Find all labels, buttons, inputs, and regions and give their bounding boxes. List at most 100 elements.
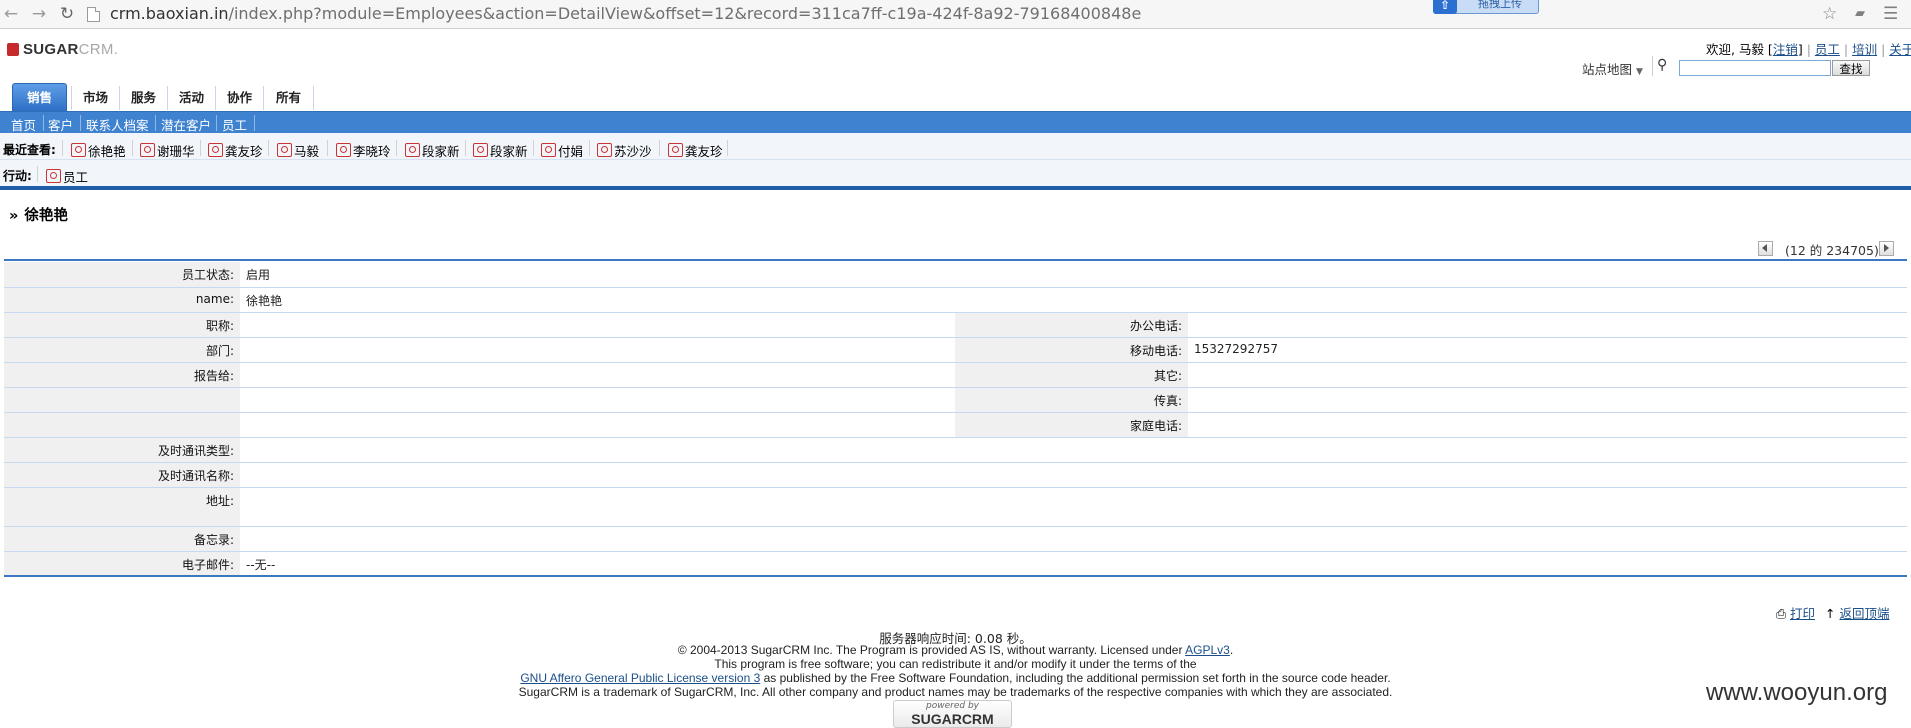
record-title: » 徐艳艳 — [9, 204, 68, 225]
subtab-employees[interactable]: 员工 — [222, 115, 247, 134]
title-value — [240, 312, 955, 338]
forward-icon[interactable]: → — [28, 3, 50, 25]
caret-right-icon — [1884, 244, 1889, 252]
subtab-home[interactable]: 首页 — [11, 115, 36, 134]
gnu-agpl-link[interactable]: GNU Affero General Public License versio… — [520, 671, 760, 685]
name-label: name: — [4, 287, 240, 313]
copyright-line: © 2004-2013 SugarCRM Inc. The Program is… — [677, 643, 1234, 657]
about-link[interactable]: 关于 — [1889, 42, 1911, 57]
fax-label: 传真: — [955, 387, 1188, 413]
home-phone-value — [1188, 412, 1908, 438]
department-label: 部门: — [4, 337, 240, 363]
license-line: GNU Affero General Public License versio… — [0, 671, 1911, 685]
menu-icon[interactable]: ☰ — [1883, 3, 1898, 25]
empty-label — [4, 387, 240, 413]
im-type-label: 及时通讯类型: — [4, 437, 240, 463]
action-label: 员工 — [63, 170, 89, 185]
header-divider — [0, 186, 1911, 190]
recent-item[interactable]: 龚友珍 — [668, 141, 723, 160]
previous-record-button[interactable] — [1758, 241, 1773, 256]
title-label: 职称: — [4, 312, 240, 338]
subtab-bar — [0, 111, 1911, 134]
caret-left-icon — [1762, 244, 1767, 252]
recent-item[interactable]: 段家新 — [405, 141, 460, 160]
arrow-up-icon: ↑ — [1825, 606, 1836, 621]
action-create-employee[interactable]: 员工 — [46, 167, 88, 186]
recent-item[interactable]: 谢珊华 — [140, 141, 195, 160]
empty-value — [240, 387, 955, 413]
search-button[interactable]: 查找 — [1832, 60, 1870, 76]
employee-icon — [277, 143, 292, 157]
actions-bar — [0, 160, 1911, 186]
logout-link[interactable]: 注销 — [1773, 42, 1798, 57]
recent-item[interactable]: 徐艳艳 — [71, 141, 126, 160]
recent-item[interactable]: 李晓玲 — [336, 141, 391, 160]
back-to-top-link[interactable]: 返回顶端 — [1839, 606, 1889, 621]
recent-item[interactable]: 龚友珍 — [208, 141, 263, 160]
reports-to-label: 报告给: — [4, 362, 240, 388]
recent-item-label: 段家新 — [490, 144, 528, 159]
next-record-button[interactable] — [1879, 241, 1894, 256]
search-input[interactable] — [1679, 60, 1831, 76]
office-phone-value — [1188, 312, 1908, 338]
recent-item[interactable]: 付娟 — [541, 141, 583, 160]
divider — [155, 115, 156, 131]
logo-sugar: SUGAR — [23, 41, 79, 58]
subtab-contacts[interactable]: 联系人档案 — [86, 115, 149, 134]
divider — [43, 115, 44, 131]
employee-icon — [668, 143, 683, 157]
other-phone-label: 其它: — [955, 362, 1188, 388]
empty-value — [240, 412, 955, 438]
divider — [268, 140, 269, 156]
tab-sales[interactable]: 销售 — [12, 83, 67, 111]
detail-row: 家庭电话: — [4, 412, 1908, 438]
upload-icon: ⇧ — [1433, 0, 1457, 14]
tab-activities[interactable]: 活动 — [167, 86, 215, 110]
trademark-line: SugarCRM is a trademark of SugarCRM, Inc… — [518, 685, 1393, 699]
status-label: 员工状态: — [4, 262, 240, 288]
back-icon[interactable]: ← — [0, 3, 22, 25]
detail-row: 报告给: 其它: — [4, 362, 1908, 388]
divider — [1652, 56, 1653, 76]
notes-label: 备忘录: — [4, 526, 240, 552]
subtab-accounts[interactable]: 客户 — [48, 115, 73, 134]
url-host: crm.baoxian.in — [110, 4, 229, 23]
subtab-leads[interactable]: 潜在客户 — [161, 115, 211, 134]
employees-link[interactable]: 员工 — [1815, 42, 1840, 57]
divider — [37, 166, 38, 182]
detail-row: 职称: 办公电话: — [4, 312, 1908, 338]
detail-row: name: 徐艳艳 — [4, 287, 1908, 313]
powered-by-badge[interactable]: powered by SUGARCRM — [893, 700, 1012, 728]
email-value: --无-- — [240, 551, 1908, 577]
tab-collaboration[interactable]: 协作 — [215, 86, 263, 110]
recent-item[interactable]: 苏沙沙 — [597, 141, 652, 160]
divider — [533, 140, 534, 156]
recent-item-label: 龚友珍 — [225, 144, 263, 159]
tab-support[interactable]: 服务 — [119, 86, 167, 110]
recent-item[interactable]: 段家新 — [473, 141, 528, 160]
tab-all[interactable]: 所有 — [263, 86, 314, 110]
mobile-phone-value: 15327292757 — [1188, 337, 1908, 363]
reload-icon[interactable]: ↻ — [56, 3, 78, 25]
print-link[interactable]: 打印 — [1790, 606, 1815, 621]
copyright-text: © 2004-2013 SugarCRM Inc. The Program is… — [677, 643, 1183, 657]
recent-item-label: 谢珊华 — [157, 144, 195, 159]
sugarcrm-logo[interactable]: SUGARCRM. — [7, 41, 118, 59]
double-chevron-icon: » — [9, 208, 19, 224]
other-phone-value — [1188, 362, 1908, 388]
im-type-value — [240, 437, 1908, 463]
divider — [216, 115, 217, 131]
training-link[interactable]: 培训 — [1852, 42, 1877, 57]
sitemap-menu[interactable]: 站点地图 ▼ — [1582, 59, 1643, 78]
watermark: www.wooyun.org — [1706, 679, 1888, 706]
divider — [589, 140, 590, 156]
url-field[interactable]: crm.baoxian.in/index.php?module=Employee… — [110, 4, 1141, 23]
recent-item-label: 段家新 — [422, 144, 460, 159]
agpl-link[interactable]: AGPLv3 — [1185, 643, 1230, 657]
upload-badge[interactable]: ⇧ 拖拽上传 — [1433, 0, 1539, 14]
bookmark-star-icon[interactable]: ☆ — [1822, 3, 1837, 25]
extension-icon[interactable]: ▰ — [1855, 3, 1865, 25]
recent-item[interactable]: 马毅 — [277, 141, 319, 160]
detail-row: 员工状态: 启用 — [4, 262, 1908, 288]
tab-marketing[interactable]: 市场 — [71, 86, 119, 110]
